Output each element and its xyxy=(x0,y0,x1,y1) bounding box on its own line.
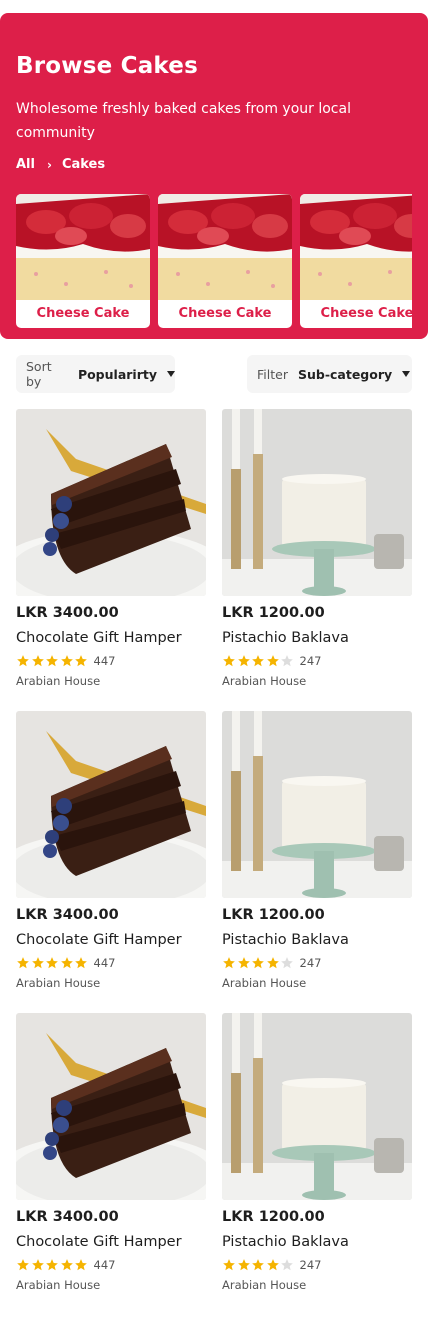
star-icon xyxy=(75,1259,87,1271)
vendor-name[interactable]: Arabian House xyxy=(16,1278,100,1292)
product-card[interactable]: LKR 3400.00 Chocolate Gift Hamper 447 Arabi… xyxy=(16,711,206,1001)
category-label: Cheese Cake xyxy=(320,306,412,321)
vendor-name[interactable]: Arabian House xyxy=(222,976,306,990)
star-icon xyxy=(46,655,58,667)
breadcrumb-current: Cakes xyxy=(61,157,106,172)
star-icon xyxy=(75,655,87,667)
review-count: 247 xyxy=(299,654,322,668)
vendor-name[interactable]: Arabian House xyxy=(222,1278,306,1292)
caret-down-icon xyxy=(167,371,175,377)
chocolate-cake-image[interactable] xyxy=(16,711,206,898)
chocolate-cake-image[interactable] xyxy=(16,1013,206,1200)
star-icon xyxy=(17,1259,29,1271)
star-icon xyxy=(46,1259,58,1271)
star-icon xyxy=(252,957,264,969)
vendor-name[interactable]: Arabian House xyxy=(16,976,100,990)
category-card[interactable]: Cheese Cake xyxy=(16,194,150,328)
category-label: Cheese Cake xyxy=(36,306,130,321)
star-icon xyxy=(31,655,44,667)
star-icon xyxy=(223,957,235,969)
review-count: 447 xyxy=(93,1258,116,1272)
page-subtitle: Wholesome freshly baked cakes from your … xyxy=(16,101,351,141)
review-count: 247 xyxy=(299,1258,322,1272)
strawberry-cheesecake-image xyxy=(16,194,150,300)
strawberry-cheesecake-image xyxy=(300,194,412,300)
product-card[interactable]: LKR 1200.00 Pistachio Baklava 247 Arabian H… xyxy=(222,1013,412,1303)
review-count: 447 xyxy=(93,956,116,970)
product-name[interactable]: Chocolate Gift Hamper xyxy=(16,932,182,948)
browse-header: Browse Cakes Wholesome freshly baked cak… xyxy=(0,13,428,339)
star-icon xyxy=(252,655,264,667)
product-rating: 447 xyxy=(16,956,115,970)
caret-down-icon xyxy=(402,371,411,377)
vendor-name[interactable]: Arabian House xyxy=(222,674,306,688)
star-icon xyxy=(17,957,29,969)
review-count: 247 xyxy=(299,956,322,970)
strawberry-cheesecake-image xyxy=(158,194,292,300)
product-price: LKR 3400.00 xyxy=(16,1209,119,1225)
product-name[interactable]: Pistachio Baklava xyxy=(222,1234,349,1250)
star-icon xyxy=(237,655,250,667)
star-icon xyxy=(75,957,87,969)
category-card[interactable]: Cheese Cake xyxy=(158,194,292,328)
product-card[interactable]: LKR 1200.00 Pistachio Baklava 247 Arabian H… xyxy=(222,711,412,1001)
star-icon xyxy=(60,1259,73,1271)
sort-value: Popularirty xyxy=(77,366,157,382)
product-name[interactable]: Pistachio Baklava xyxy=(222,630,349,646)
star-icon xyxy=(266,655,279,667)
star-icon xyxy=(60,957,73,969)
product-card[interactable]: LKR 3400.00 Chocolate Gift Hamper 447 Arabi… xyxy=(16,1013,206,1303)
star-icon xyxy=(281,1259,293,1271)
product-price: LKR 3400.00 xyxy=(16,605,119,621)
star-icon xyxy=(31,1259,44,1271)
sort-label: Sort by xyxy=(26,359,52,389)
star-icon xyxy=(266,1259,279,1271)
filter-dropdown[interactable]: Filter Sub-category xyxy=(247,355,412,393)
product-price: LKR 1200.00 xyxy=(222,605,325,621)
category-label: Cheese Cake xyxy=(178,306,272,321)
category-card[interactable]: Cheese Cake xyxy=(300,194,412,328)
filter-label: Filter xyxy=(257,366,288,382)
white-cake-image[interactable] xyxy=(222,711,412,898)
page-title: Browse Cakes xyxy=(16,53,198,79)
product-price: LKR 3400.00 xyxy=(16,907,119,923)
white-cake-image[interactable] xyxy=(222,409,412,596)
product-card[interactable]: LKR 3400.00 Chocolate Gift Hamper 447 Arabi… xyxy=(16,409,206,699)
chevron-right-icon: › xyxy=(46,157,52,172)
star-icon xyxy=(252,1259,264,1271)
product-rating: 247 xyxy=(222,1258,321,1272)
breadcrumb-all-link[interactable]: All xyxy=(16,157,35,172)
breadcrumb: All › Cakes xyxy=(16,157,105,172)
star-icon xyxy=(31,957,44,969)
star-icon xyxy=(223,1259,235,1271)
product-name[interactable]: Pistachio Baklava xyxy=(222,932,349,948)
product-name[interactable]: Chocolate Gift Hamper xyxy=(16,630,182,646)
star-icon xyxy=(237,957,250,969)
category-carousel[interactable]: Cheese Cake Cheese Cake Cheese Cake xyxy=(16,194,412,328)
white-cake-image[interactable] xyxy=(222,1013,412,1200)
product-rating: 247 xyxy=(222,654,321,668)
filter-value: Sub-category xyxy=(297,366,393,382)
review-count: 447 xyxy=(93,654,116,668)
vendor-name[interactable]: Arabian House xyxy=(16,674,100,688)
product-name[interactable]: Chocolate Gift Hamper xyxy=(16,1234,182,1250)
sort-dropdown[interactable]: Sort by Popularirty xyxy=(16,355,175,393)
product-price: LKR 1200.00 xyxy=(222,1209,325,1225)
chocolate-cake-image[interactable] xyxy=(16,409,206,596)
star-icon xyxy=(60,655,73,667)
star-icon xyxy=(17,655,29,667)
star-icon xyxy=(237,1259,250,1271)
star-icon xyxy=(281,655,293,667)
product-rating: 447 xyxy=(16,654,115,668)
star-icon xyxy=(281,957,293,969)
star-icon xyxy=(46,957,58,969)
product-price: LKR 1200.00 xyxy=(222,907,325,923)
product-card[interactable]: LKR 1200.00 Pistachio Baklava 247 Arabian H… xyxy=(222,409,412,699)
star-icon xyxy=(223,655,235,667)
product-rating: 247 xyxy=(222,956,321,970)
star-icon xyxy=(266,957,279,969)
product-rating: 447 xyxy=(16,1258,115,1272)
